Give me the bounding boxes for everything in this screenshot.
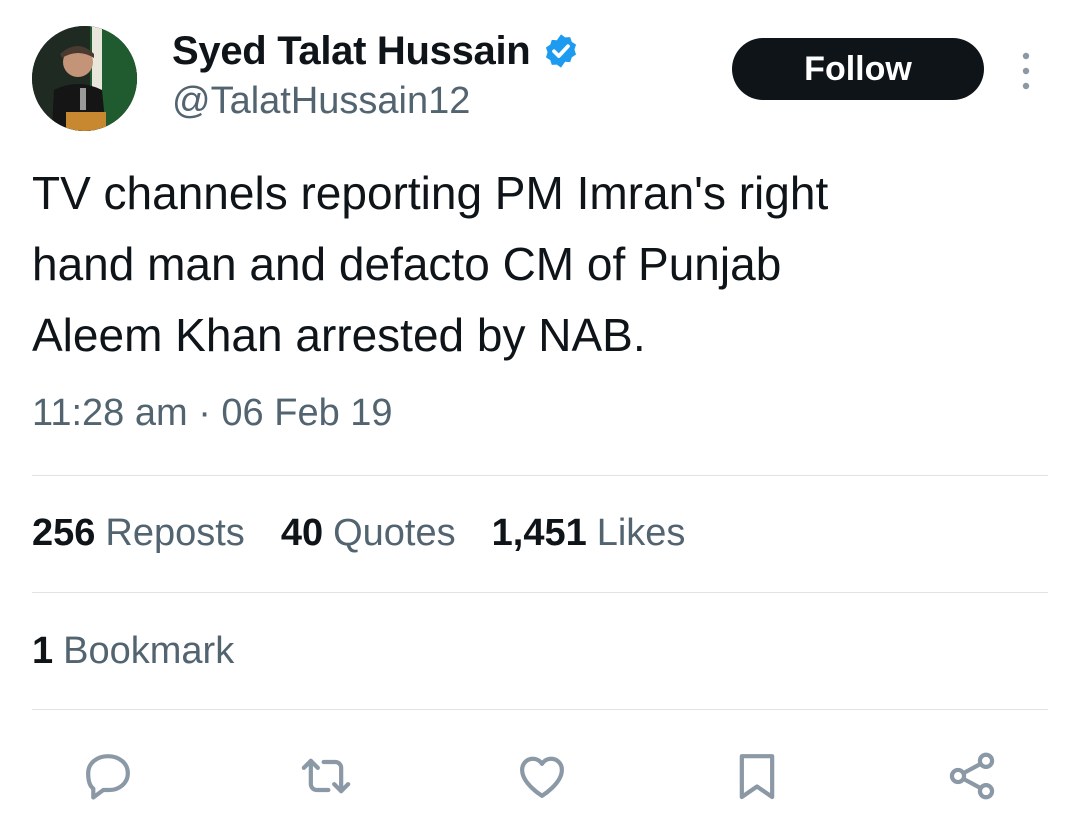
reposts-stat[interactable]: 256 Reposts [32,512,245,555]
more-options-icon[interactable] [1014,46,1038,96]
tweet-timestamp[interactable]: 11:28 am · 06 Feb 19 [32,392,393,435]
verified-badge-icon [542,32,580,70]
tweet-text: TV channels reporting PM Imran's right h… [32,167,829,361]
like-icon[interactable] [514,748,570,804]
avatar[interactable] [32,26,137,131]
divider [32,709,1048,710]
user-handle[interactable]: @TalatHussain12 [172,80,470,123]
quotes-label: Quotes [333,512,456,554]
tweet-header: Syed Talat Hussain @TalatHussain12 Follo… [32,26,1052,136]
action-bar [0,740,1080,810]
reply-icon[interactable] [80,748,136,804]
avatar-image [32,26,137,131]
quotes-count: 40 [280,512,324,554]
bookmarks-label: Bookmark [63,630,235,672]
share-icon[interactable] [944,748,1000,804]
repost-icon[interactable] [298,748,354,804]
name-row: Syed Talat Hussain [172,28,580,74]
display-name[interactable]: Syed Talat Hussain [172,29,531,74]
divider [32,475,1048,476]
reposts-count: 256 [32,512,96,554]
tweet-time: 11:28 am [32,392,188,434]
likes-label: Likes [596,512,686,554]
bookmarks-count: 1 [32,630,54,672]
reposts-label: Reposts [105,512,245,554]
likes-count: 1,451 [491,512,587,554]
follow-button[interactable]: Follow [732,38,984,100]
timestamp-separator: · [198,392,211,434]
divider [32,592,1048,593]
quotes-stat[interactable]: 40 Quotes [281,512,456,555]
bookmarks-stat[interactable]: 1 Bookmark [32,630,234,673]
likes-stat[interactable]: 1,451 Likes [492,512,686,555]
tweet-date: 06 Feb 19 [221,392,393,434]
bookmark-icon[interactable] [729,748,785,804]
engagement-stats: 256 Reposts 40 Quotes 1,451 Likes [32,512,721,555]
